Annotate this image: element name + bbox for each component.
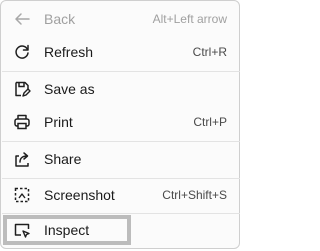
inspect-icon: [13, 221, 31, 239]
print-label: Print: [44, 114, 73, 130]
save-as-icon: [13, 80, 31, 98]
printer-icon: [13, 113, 31, 131]
screenshot-label: Screenshot: [44, 187, 115, 203]
separator: [2, 178, 240, 179]
share-label: Share: [44, 151, 82, 167]
arrow-left-icon: [13, 10, 31, 28]
save-as-label: Save as: [44, 81, 95, 97]
menu-item-share[interactable]: Share: [1, 145, 241, 173]
screenshot-shortcut: Ctrl+Shift+S: [162, 188, 227, 202]
refresh-icon: [13, 43, 31, 61]
screenshot-icon: [13, 186, 31, 204]
context-menu: Back Alt+Left arrow Refresh Ctrl+R Save …: [0, 0, 240, 249]
separator: [2, 213, 240, 214]
separator: [2, 141, 240, 142]
menu-item-save-as[interactable]: Save as: [1, 75, 241, 103]
back-shortcut: Alt+Left arrow: [152, 12, 227, 26]
menu-item-screenshot[interactable]: Screenshot Ctrl+Shift+S: [1, 181, 241, 209]
refresh-label: Refresh: [44, 44, 94, 60]
refresh-shortcut: Ctrl+R: [192, 45, 227, 59]
back-label: Back: [44, 11, 76, 27]
inspect-label: Inspect: [44, 222, 90, 238]
print-shortcut: Ctrl+P: [193, 115, 227, 129]
share-icon: [13, 150, 31, 168]
menu-item-inspect[interactable]: Inspect: [3, 215, 131, 245]
menu-item-refresh[interactable]: Refresh Ctrl+R: [1, 38, 241, 66]
menu-item-print[interactable]: Print Ctrl+P: [1, 108, 241, 136]
menu-item-back[interactable]: Back Alt+Left arrow: [1, 5, 241, 33]
separator: [2, 71, 240, 72]
